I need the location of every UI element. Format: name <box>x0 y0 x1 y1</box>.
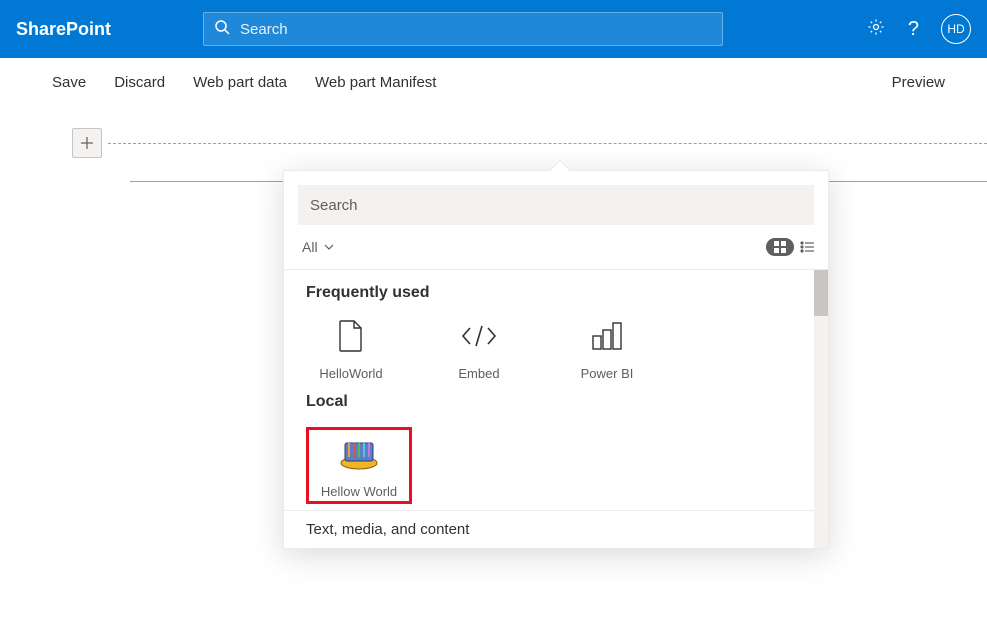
section-local: Local <box>284 387 828 510</box>
section-text-media[interactable]: Text, media, and content <box>284 510 828 548</box>
section-title-frequently-used: Frequently used <box>306 284 806 302</box>
header-right: ? HD <box>866 14 971 44</box>
suite-search-input[interactable] <box>240 21 712 38</box>
toolbox-body: Frequently used HelloWorld <box>284 270 828 548</box>
add-section-button[interactable] <box>72 128 102 158</box>
brand-label: SharePoint <box>16 19 191 40</box>
chart-icon <box>589 318 625 354</box>
webpart-item-powerbi[interactable]: Power BI <box>562 318 652 381</box>
webpart-item-helloworld[interactable]: HelloWorld <box>306 318 396 381</box>
preview-button[interactable]: Preview <box>890 70 947 95</box>
highlighted-webpart: Hellow World <box>306 427 412 504</box>
webpart-item-hellowworld[interactable]: Hellow World <box>315 436 403 499</box>
save-button[interactable]: Save <box>50 70 88 95</box>
discard-button[interactable]: Discard <box>112 70 167 95</box>
chevron-down-icon <box>324 239 334 255</box>
search-icon <box>214 19 230 40</box>
list-view-button[interactable] <box>800 241 814 253</box>
filter-label: All <box>302 239 318 255</box>
section-frequently-used: Frequently used HelloWorld <box>284 270 828 387</box>
grid-view-button[interactable] <box>766 238 794 256</box>
webpart-data-button[interactable]: Web part data <box>191 70 289 95</box>
webpart-toolbox-popup: All Frequently used <box>283 170 829 549</box>
section-title-text-media: Text, media, and content <box>306 521 469 538</box>
custom-webpart-icon <box>337 436 381 472</box>
view-toggle <box>766 238 814 256</box>
webpart-label: Embed <box>458 366 499 381</box>
webpart-item-embed[interactable]: Embed <box>434 318 524 381</box>
suite-search-wrap <box>203 12 723 46</box>
scrollbar-thumb[interactable] <box>814 270 828 316</box>
webpart-manifest-button[interactable]: Web part Manifest <box>313 70 438 95</box>
section-divider-row <box>0 128 987 158</box>
app-header: SharePoint ? HD <box>0 0 987 58</box>
filter-all-button[interactable]: All <box>298 235 338 259</box>
webpart-label: Power BI <box>581 366 634 381</box>
toolbox-search-input[interactable] <box>310 197 802 214</box>
command-bar: Save Discard Web part data Web part Mani… <box>0 58 987 108</box>
scrollbar-track[interactable] <box>814 270 828 548</box>
file-icon <box>333 318 369 354</box>
webpart-label: HelloWorld <box>319 366 382 381</box>
toolbox-search[interactable] <box>298 185 814 225</box>
toolbox-toolbar: All <box>284 235 828 269</box>
section-dashed-line <box>108 143 987 144</box>
help-icon[interactable]: ? <box>908 18 919 41</box>
settings-icon[interactable] <box>866 17 886 42</box>
code-icon <box>461 318 497 354</box>
section-title-local: Local <box>306 393 806 411</box>
avatar[interactable]: HD <box>941 14 971 44</box>
webpart-label: Hellow World <box>321 484 397 499</box>
suite-search-box[interactable] <box>203 12 723 46</box>
